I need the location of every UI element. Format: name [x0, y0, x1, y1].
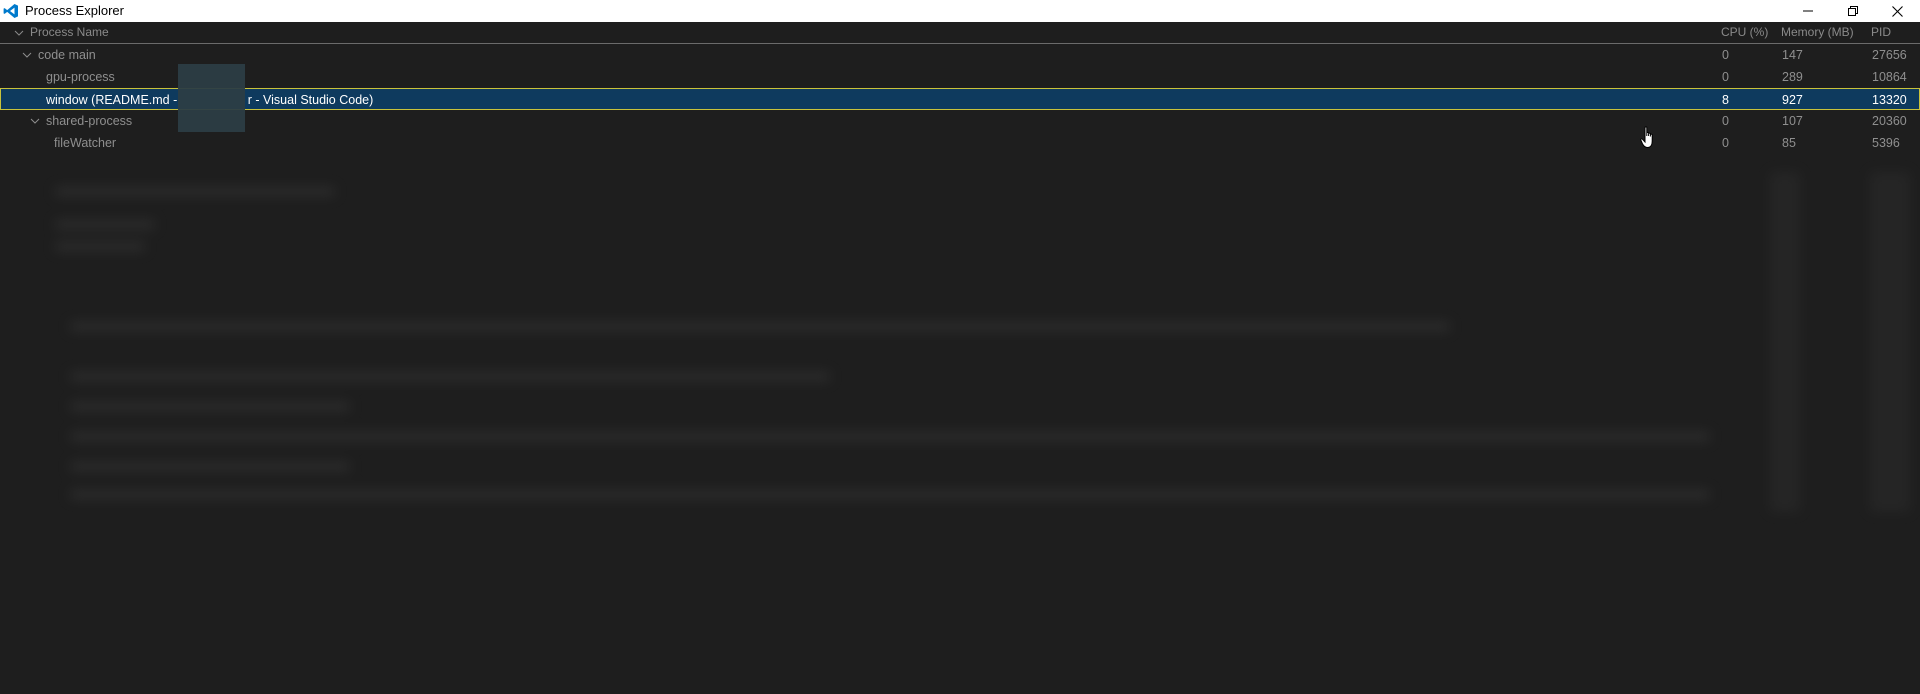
chevron-down-icon[interactable]: [21, 44, 33, 66]
process-pid: 13320: [1872, 93, 1907, 107]
window-title: Process Explorer: [25, 3, 124, 18]
process-explorer-view: Process Name CPU (%) Memory (MB) PID cod…: [0, 22, 1920, 694]
redaction-box: [178, 64, 245, 132]
process-name: shared-process: [46, 114, 133, 128]
process-memory: 107: [1782, 114, 1803, 128]
title-bar: Process Explorer: [0, 0, 1920, 22]
process-cpu: 0: [1722, 70, 1729, 84]
column-header-pid[interactable]: PID: [1871, 22, 1891, 43]
process-pid: 10864: [1872, 70, 1907, 84]
column-header-process-name[interactable]: Process Name: [30, 22, 109, 43]
process-row-window[interactable]: window (README.md - r - Visual Studio Co…: [0, 88, 1920, 110]
process-name: gpu-process: [46, 70, 115, 84]
vscode-icon: [2, 2, 20, 20]
column-header-memory[interactable]: Memory (MB): [1781, 22, 1854, 43]
process-name-prefix: window (README.md -: [46, 93, 181, 107]
blurred-content: [0, 132, 1920, 532]
process-row-code-main[interactable]: code main 0 147 27656: [0, 44, 1920, 66]
chevron-down-icon[interactable]: [13, 22, 25, 43]
process-cpu: 0: [1722, 48, 1729, 62]
process-name: code main: [38, 48, 96, 62]
chevron-down-icon[interactable]: [29, 110, 41, 132]
process-memory: 289: [1782, 70, 1803, 84]
column-header-row: Process Name CPU (%) Memory (MB) PID: [0, 22, 1920, 44]
process-memory: 927: [1782, 93, 1803, 107]
minimize-icon[interactable]: [1785, 0, 1830, 22]
process-name-suffix: r - Visual Studio Code): [247, 93, 374, 107]
process-row-shared-process[interactable]: shared-process 0 107 20360: [0, 110, 1920, 132]
process-cpu: 8: [1722, 93, 1729, 107]
process-cpu: 0: [1722, 114, 1729, 128]
restore-icon[interactable]: [1830, 0, 1875, 22]
process-pid: 20360: [1872, 114, 1907, 128]
process-memory: 147: [1782, 48, 1803, 62]
hand-cursor-icon: [1640, 126, 1658, 150]
window-controls: [1785, 0, 1920, 22]
close-icon[interactable]: [1875, 0, 1920, 22]
process-row-gpu-process[interactable]: gpu-process 0 289 10864: [0, 66, 1920, 88]
column-header-cpu[interactable]: CPU (%): [1721, 22, 1768, 43]
process-pid: 27656: [1872, 48, 1907, 62]
